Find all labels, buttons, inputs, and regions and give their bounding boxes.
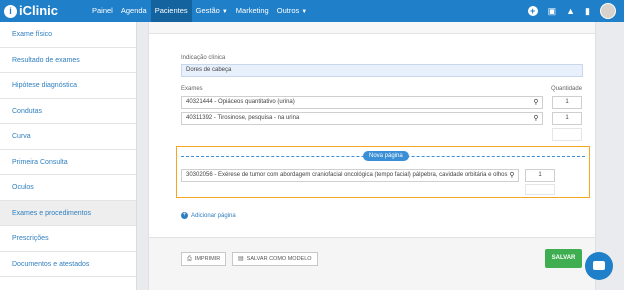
gift-icon[interactable]: ▣ [548, 0, 557, 22]
nav-item-agenda[interactable]: Agenda [117, 0, 151, 22]
sidebar-item-oculos[interactable]: Oculos [0, 175, 136, 201]
bell-icon[interactable]: ▲ [566, 0, 575, 22]
chevron-down-icon: ▼ [301, 9, 308, 15]
nav-item-outros[interactable]: Outros ▼ [273, 0, 311, 22]
exam-field[interactable]: 30302056 - Exérese de tumor com abordage… [181, 169, 519, 182]
search-icon[interactable]: ⚲ [530, 97, 542, 108]
search-icon[interactable]: ⚲ [530, 113, 542, 124]
chat-bubble-icon [593, 261, 605, 270]
exam-field-value: 40321444 - Opiáceos quantitativo (urina) [186, 99, 295, 105]
top-navbar: i iClinic Painel Agenda Pacientes Gestão… [0, 0, 624, 22]
sidebar-item-hipotese[interactable]: Hipótese diagnóstica [0, 73, 136, 99]
new-page-section: Nova página 30302056 - Exérese de tumor … [176, 146, 590, 198]
quantity-field[interactable]: 1 [552, 96, 582, 109]
nav-item-marketing[interactable]: Marketing [232, 0, 273, 22]
app-name: iClinic [19, 3, 59, 18]
add-page-link[interactable]: + Adicionar página [181, 212, 236, 219]
print-button[interactable]: ⎙ IMPRIMIR [181, 252, 227, 266]
top-icons: + ▣ ▲ ▮ [518, 0, 616, 22]
quantity-field-empty[interactable] [525, 184, 555, 195]
save-button[interactable]: SALVAR [545, 249, 582, 268]
new-page-badge: Nova página [363, 151, 409, 161]
main-panel: Indicação clínica Dores de cabeça Exames… [148, 22, 596, 290]
plus-icon[interactable]: + [527, 6, 538, 16]
nav-item-gestao[interactable]: Gestão ▼ [192, 0, 232, 22]
exames-label: Exames [181, 86, 203, 92]
nav-item-painel[interactable]: Painel [88, 0, 117, 22]
exam-field[interactable]: 40311392 - Tirosinose, pesquisa - na uri… [181, 112, 543, 125]
indicacao-field[interactable]: Dores de cabeça [181, 64, 583, 77]
plus-circle-icon: + [181, 212, 188, 219]
sidebar-item-resultado-exames[interactable]: Resultado de exames [0, 48, 136, 73]
logo[interactable]: i iClinic [4, 3, 58, 19]
sidebar-item-primeira-consulta[interactable]: Primeira Consulta [0, 150, 136, 175]
print-button-label: IMPRIMIR [194, 256, 221, 262]
exam-field-value: 40311392 - Tirosinose, pesquisa - na uri… [186, 115, 300, 121]
search-icon[interactable]: ⚲ [506, 170, 518, 181]
main-nav: Painel Agenda Pacientes Gestão ▼ Marketin… [88, 0, 311, 22]
panel-top-strip [149, 22, 595, 34]
chat-widget-button[interactable] [585, 252, 613, 280]
exam-field-value: 30302056 - Exérese de tumor com abordage… [186, 172, 508, 178]
chevron-down-icon: ▼ [221, 9, 228, 15]
chat-icon[interactable]: ▮ [585, 0, 590, 22]
sidebar-item-prescricoes[interactable]: Prescrições [0, 226, 136, 252]
quantidade-label: Quantidade [551, 86, 583, 92]
sidebar-item-exame-fisico[interactable]: Exame físico [0, 22, 136, 48]
nav-item-outros-label: Outros [276, 6, 300, 15]
file-icon: ▤ [238, 256, 244, 262]
exam-field[interactable]: 40321444 - Opiáceos quantitativo (urina)… [181, 96, 543, 109]
sidebar-item-curva[interactable]: Curva [0, 124, 136, 150]
nav-item-pacientes[interactable]: Pacientes [150, 0, 192, 22]
sidebar-item-condutas[interactable]: Condutas [0, 99, 136, 124]
quantity-field[interactable]: 1 [525, 169, 555, 182]
quantity-field[interactable]: 1 [552, 112, 582, 125]
indicacao-label: Indicação clínica [181, 55, 226, 61]
sidebar-item-exames-procedimentos[interactable]: Exames e procedimentos [0, 200, 136, 226]
add-page-label: Adicionar página [191, 212, 236, 219]
save-model-label: SALVAR COMO MODELO [246, 256, 312, 262]
avatar[interactable] [600, 3, 616, 19]
nav-item-gestao-label: Gestão [195, 6, 220, 15]
quantity-field-empty[interactable] [552, 128, 582, 141]
sidebar-item-documentos[interactable]: Documentos e atestados [0, 252, 136, 277]
save-model-button[interactable]: ▤ SALVAR COMO MODELO [232, 252, 318, 266]
logo-mark: i [4, 4, 17, 18]
printer-icon: ⎙ [187, 256, 192, 262]
sidebar: Exame físico Resultado de exames Hipótes… [0, 22, 137, 290]
